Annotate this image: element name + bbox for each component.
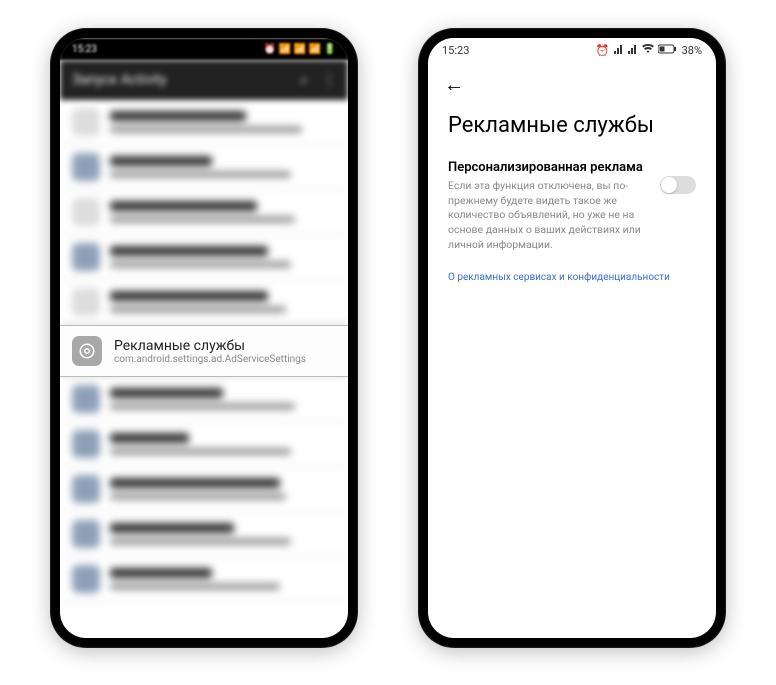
phone-right: 15:23 ⏰ 38% bbox=[418, 28, 726, 648]
header-title: Запуск Activity bbox=[72, 72, 167, 88]
item-subtitle: com.android.settings.ad.AdServiceSetting… bbox=[114, 354, 336, 365]
list-item[interactable] bbox=[60, 235, 348, 280]
app-icon bbox=[72, 153, 100, 181]
list-item[interactable] bbox=[60, 190, 348, 235]
list-item[interactable] bbox=[60, 100, 348, 145]
search-icon[interactable]: ⌕ bbox=[300, 72, 308, 88]
setting-description: Если эта функция отключена, вы по-прежне… bbox=[448, 179, 650, 252]
app-icon bbox=[72, 108, 100, 136]
item-title: Рекламные службы bbox=[114, 338, 336, 354]
app-icon bbox=[72, 565, 100, 593]
status-bar: 15:23 ⏰ 📶 📶 📶 🔋 bbox=[60, 38, 348, 60]
menu-icon[interactable]: ⋮ bbox=[322, 72, 336, 88]
app-icon bbox=[72, 430, 100, 458]
screen-right: 15:23 ⏰ 38% bbox=[428, 38, 716, 638]
app-icon bbox=[72, 198, 100, 226]
app-icon bbox=[72, 475, 100, 503]
list-item-ad-services[interactable]: Рекламные службы com.android.settings.ad… bbox=[60, 325, 348, 377]
personalized-ads-setting[interactable]: Персонализированная реклама Если эта фун… bbox=[428, 156, 716, 262]
list-item[interactable] bbox=[60, 467, 348, 512]
status-icons: ⏰ 38% bbox=[596, 44, 702, 57]
list-item[interactable] bbox=[60, 145, 348, 190]
battery-percent: 38% bbox=[682, 44, 702, 57]
signal-icon bbox=[614, 44, 624, 57]
settings-list[interactable]: Рекламные службы com.android.settings.ad… bbox=[60, 100, 348, 638]
personalized-ads-toggle[interactable] bbox=[660, 176, 696, 194]
app-icon bbox=[72, 385, 100, 413]
activity-header: Запуск Activity ⌕ ⋮ bbox=[60, 60, 348, 100]
list-item[interactable] bbox=[60, 512, 348, 557]
signal-icon bbox=[628, 44, 638, 57]
status-bar: 15:23 ⏰ 38% bbox=[428, 38, 716, 62]
app-icon bbox=[72, 243, 100, 271]
back-icon[interactable]: ← bbox=[444, 72, 464, 96]
settings-icon bbox=[72, 336, 102, 366]
setting-title: Персонализированная реклама bbox=[448, 160, 650, 175]
privacy-link[interactable]: О рекламных сервисах и конфиденциальност… bbox=[428, 262, 716, 293]
app-icon bbox=[72, 520, 100, 548]
alarm-icon: ⏰ bbox=[596, 44, 610, 57]
list-item[interactable] bbox=[60, 280, 348, 325]
back-row: ← bbox=[428, 62, 716, 101]
status-time: 15:23 bbox=[442, 44, 469, 57]
status-icons: ⏰ 📶 📶 📶 🔋 bbox=[264, 44, 336, 55]
phone-left: 15:23 ⏰ 📶 📶 📶 🔋 Запуск Activity ⌕ ⋮ Рекл… bbox=[50, 28, 358, 648]
battery-icon bbox=[658, 44, 678, 57]
screen-left: 15:23 ⏰ 📶 📶 📶 🔋 Запуск Activity ⌕ ⋮ Рекл… bbox=[60, 38, 348, 638]
app-icon bbox=[72, 288, 100, 316]
wifi-icon bbox=[642, 44, 654, 57]
page-title: Рекламные службы bbox=[428, 101, 716, 156]
list-item[interactable] bbox=[60, 377, 348, 422]
status-time: 15:23 bbox=[72, 44, 97, 55]
list-item[interactable] bbox=[60, 422, 348, 467]
list-item[interactable] bbox=[60, 557, 348, 602]
